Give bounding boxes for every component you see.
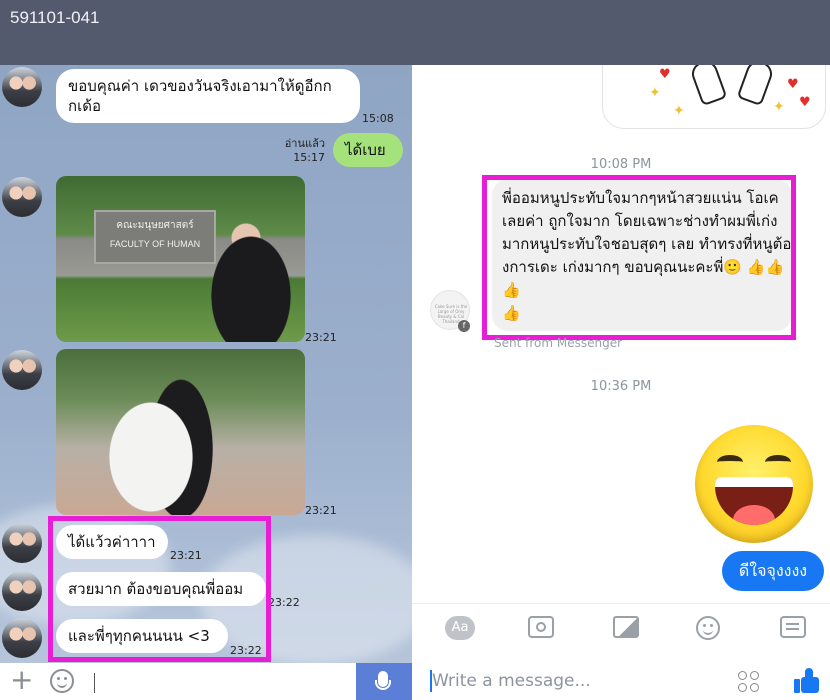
messenger-chat-panel: ✦ ✦ ✦ ♥ ♥ ♥ 10:08 PM Cake Sure is the La…: [412, 65, 830, 700]
chat-icon[interactable]: [780, 616, 806, 638]
highlight-box-right: [482, 175, 796, 340]
emoji-eye: [765, 455, 791, 469]
emoji-eye: [717, 455, 743, 469]
contact-avatar[interactable]: [2, 67, 42, 107]
graduation-photo-2[interactable]: [56, 349, 305, 515]
message-bubble-1: ขอบคุณค่า เดวของวันจริงเอามาให้ดูอีกก กเ…: [56, 69, 360, 123]
line-chat-panel: ขอบคุณค่า เดวของวันจริงเอามาให้ดูอีกก กเ…: [0, 65, 412, 700]
facebook-badge-icon: f: [458, 320, 470, 332]
contact-avatar[interactable]: [2, 523, 42, 563]
contact-avatar[interactable]: [2, 177, 42, 217]
line-input-bar: +: [0, 663, 412, 700]
thumbs-up-like-icon[interactable]: [794, 668, 820, 694]
text-cursor: [94, 673, 95, 693]
sent-from-label: Sent from Messenger: [494, 336, 623, 350]
laughing-emoji-sticker[interactable]: [695, 425, 813, 543]
sticker-message[interactable]: ✦ ✦ ✦ ♥ ♥ ♥: [602, 65, 826, 129]
message-time: 23:21: [305, 331, 337, 344]
dots-icon[interactable]: [738, 671, 762, 693]
composer-placeholder[interactable]: Write a message...: [432, 671, 591, 691]
timestamp: 10:08 PM: [590, 157, 652, 172]
top-header-bar: 591101-041: [0, 0, 830, 65]
message-time: 15:08: [362, 112, 394, 125]
emoji-icon[interactable]: [696, 616, 720, 640]
highlight-box-left: [48, 516, 271, 662]
text-format-button[interactable]: Aa: [445, 616, 475, 640]
read-receipt: อ่านแล้ว 15:17: [284, 137, 325, 164]
header-code: 591101-041: [10, 8, 100, 27]
camera-icon[interactable]: [528, 616, 554, 638]
plus-icon[interactable]: +: [10, 665, 33, 695]
image-icon[interactable]: [613, 616, 639, 638]
contact-avatar[interactable]: [2, 618, 42, 658]
message-composer[interactable]: Write a message...: [412, 663, 830, 700]
emoji-mouth: [715, 477, 793, 525]
message-bubble-sent: ได้เบย: [333, 133, 403, 167]
voice-button[interactable]: [356, 663, 412, 700]
emoji-icon[interactable]: [50, 669, 74, 693]
message-time: 23:21: [305, 504, 337, 517]
messenger-toolbar: Aa: [412, 603, 830, 650]
graduation-photo-1[interactable]: คณะมนุษยศาสตร์ FACULTY OF HUMAN: [56, 176, 305, 342]
sticker-hand: [736, 65, 776, 107]
contact-avatar[interactable]: [2, 350, 42, 390]
message-time: 23:22: [268, 596, 300, 609]
microphone-stand-icon: [375, 680, 391, 690]
sticker-hand: [688, 65, 728, 107]
timestamp: 10:36 PM: [590, 379, 652, 394]
outgoing-message-bubble: ดีใจจุงงงง: [722, 551, 824, 591]
faculty-sign: คณะมนุษยศาสตร์ FACULTY OF HUMAN: [94, 210, 216, 264]
contact-avatar[interactable]: [2, 571, 42, 611]
